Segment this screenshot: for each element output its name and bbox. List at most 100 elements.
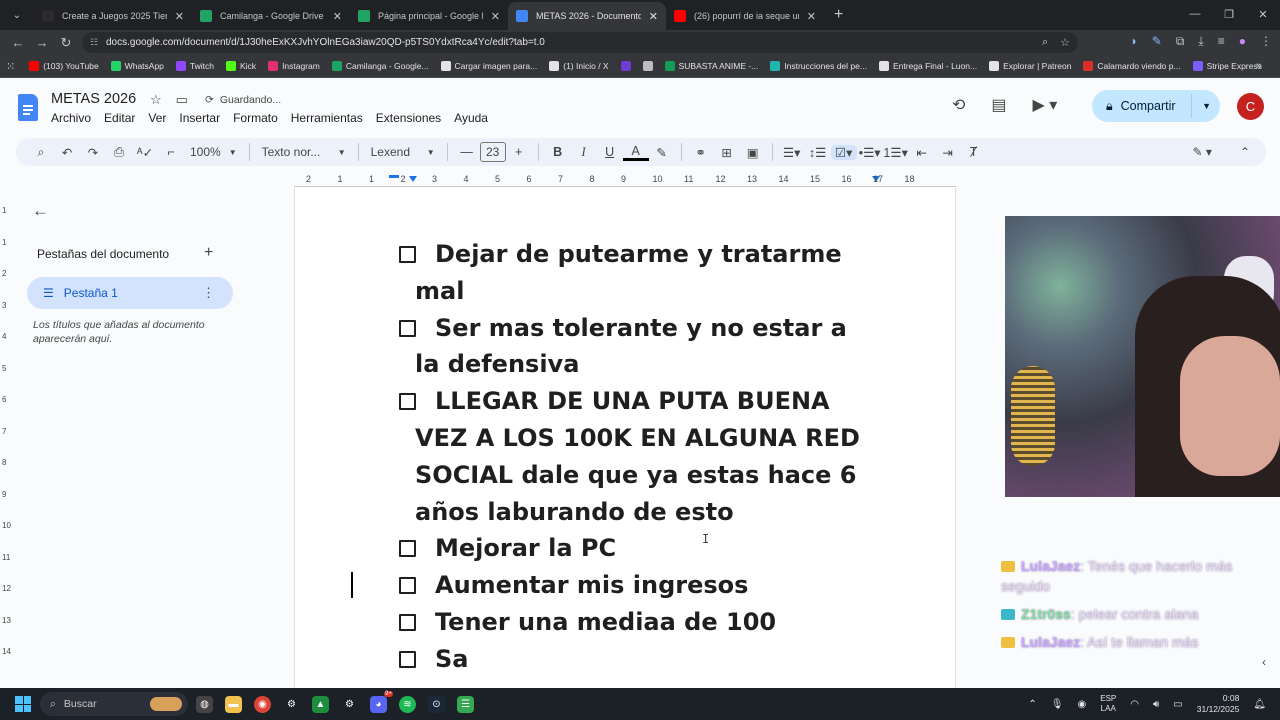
checklist-item-text[interactable]: Mejorar la PC xyxy=(415,534,616,562)
align-icon[interactable]: ☰▾ xyxy=(779,145,805,160)
bookmark-item[interactable]: (1) Inicio / X xyxy=(549,61,609,71)
bookmark-item[interactable] xyxy=(642,61,653,71)
browser-tab[interactable]: Camilanga - Google Drive ✕ xyxy=(192,2,350,30)
decrease-indent-icon[interactable]: ⇤ xyxy=(909,145,935,160)
menu-item[interactable]: Editar xyxy=(104,111,135,125)
zoom-select[interactable]: 100% ▼ xyxy=(184,145,243,159)
move-folder-icon[interactable]: ▭ xyxy=(176,92,188,108)
browser-tab[interactable]: Create a Juegos 2025 Tier List - ✕ xyxy=(34,2,192,30)
notifications-icon[interactable]: 🔔︎ xyxy=(1253,699,1266,710)
font-size-input[interactable]: 23 xyxy=(479,142,506,162)
highlight-icon[interactable]: ✎ xyxy=(649,145,675,160)
wifi-icon[interactable]: ◠ xyxy=(1130,699,1139,710)
menu-item[interactable]: Ver xyxy=(148,111,166,125)
numbered-list-icon[interactable]: 1☰▾ xyxy=(883,145,909,160)
bookmark-item[interactable]: Cargar imagen para... xyxy=(440,61,537,71)
extension-icon[interactable]: ◗ xyxy=(1131,34,1138,49)
increase-indent-icon[interactable]: ⇥ xyxy=(935,145,961,160)
steam-icon[interactable]: ⊙ xyxy=(428,695,445,713)
browser-tab[interactable]: Página principal - Google Drive ✕ xyxy=(350,2,508,30)
checklist-item-text[interactable]: Sa xyxy=(415,645,468,673)
print-icon[interactable]: ⎙ xyxy=(106,145,132,160)
avatar[interactable]: C xyxy=(1237,93,1264,120)
restore-icon[interactable]: ❐ xyxy=(1212,0,1246,28)
docs-logo-icon[interactable] xyxy=(18,94,38,121)
tab-close-icon[interactable]: ✕ xyxy=(649,10,658,23)
spotify-icon[interactable]: ≋ xyxy=(399,695,416,713)
bookmark-item[interactable]: Instrucciones del pe... xyxy=(770,61,867,71)
apps-grid-icon[interactable]: ⁙ xyxy=(6,60,15,73)
app-icon[interactable]: ◍ xyxy=(196,695,213,713)
browser-tab[interactable]: METAS 2026 - Documentos de ✕ xyxy=(508,2,666,30)
style-select[interactable]: Texto nor... ▼ xyxy=(256,145,352,159)
sidebar-tab-item[interactable]: ☰ Pestaña 1 ⋮ xyxy=(27,277,233,309)
back-icon[interactable]: ← xyxy=(6,35,30,50)
meet-icon[interactable]: ▶ ▾ xyxy=(1033,95,1058,115)
tab-close-icon[interactable]: ✕ xyxy=(807,10,816,23)
close-window-icon[interactable]: ✕ xyxy=(1246,0,1280,28)
profile-icon[interactable]: ● xyxy=(1239,34,1246,49)
tab-options-icon[interactable]: ⋮ xyxy=(202,285,215,301)
settings-icon[interactable]: ⚙ xyxy=(283,696,300,713)
document-page[interactable]: Dejar de putearme y tratarme mal Ser mas … xyxy=(294,188,956,688)
font-select[interactable]: Lexend ▼ xyxy=(365,145,441,159)
add-tab-icon[interactable]: + xyxy=(204,244,213,262)
spellcheck-icon[interactable]: ᴬ✓ xyxy=(132,145,158,160)
bookmark-item[interactable]: Explorar | Patreon xyxy=(989,61,1071,71)
bookmark-item[interactable]: Instagram xyxy=(268,61,320,71)
bookmark-star-icon[interactable]: ☆ xyxy=(1060,36,1070,49)
decrease-font-size-icon[interactable]: — xyxy=(454,145,480,159)
version-history-icon[interactable]: ⟲ xyxy=(952,95,965,115)
menu-item[interactable]: Formato xyxy=(233,111,278,125)
notes-app-icon[interactable]: ☰ xyxy=(457,695,474,713)
file-explorer-icon[interactable]: ▬ xyxy=(225,695,242,713)
microphone-icon[interactable]: 🎙︎ xyxy=(1051,699,1064,710)
reload-icon[interactable]: ↻ xyxy=(54,35,78,51)
menu-item[interactable]: Archivo xyxy=(51,111,91,125)
tray-overflow-icon[interactable]: ⌃ xyxy=(1028,699,1036,710)
horizontal-ruler[interactable]: 2 1 1 2 3 4 5 6 7 8 9 10 11 12 13 14 15 16 17 18 xyxy=(294,172,956,188)
minimize-icon[interactable]: — xyxy=(1178,0,1212,28)
checkbox-icon[interactable] xyxy=(399,650,416,668)
checkbox-icon[interactable] xyxy=(399,246,416,263)
bookmark-item[interactable]: Stripe Express xyxy=(1192,61,1262,71)
side-panel-toggle-icon[interactable]: ‹ xyxy=(1262,655,1280,677)
media-icon[interactable]: ≡ xyxy=(1218,34,1225,49)
clock[interactable]: 0:08 31/12/2025 xyxy=(1197,693,1240,715)
start-button[interactable] xyxy=(6,696,40,712)
tab-close-icon[interactable]: ✕ xyxy=(175,10,184,23)
tab-search-chevron-icon[interactable]: ⌄ xyxy=(4,2,30,28)
language-indicator[interactable]: ESP LAA xyxy=(1100,694,1116,714)
menu-item[interactable]: Insertar xyxy=(179,111,220,125)
forward-icon[interactable]: → xyxy=(30,35,54,50)
checklist-item-text[interactable]: LLEGAR DE UNA PUTA BUENA VEZ A LOS 100K … xyxy=(415,387,860,525)
star-icon[interactable]: ☆ xyxy=(150,92,162,108)
increase-font-size-icon[interactable]: + xyxy=(506,145,532,159)
url-field[interactable]: ☷ docs.google.com/document/d/1J30heExKXJ… xyxy=(82,32,1078,53)
undo-icon[interactable]: ↶ xyxy=(54,145,80,160)
checkbox-icon[interactable] xyxy=(399,540,416,558)
checklist-item-text[interactable]: Tener una mediaa de 100 xyxy=(415,608,776,636)
bookmarks-overflow-icon[interactable]: » xyxy=(1256,60,1262,72)
insert-link-icon[interactable]: ⚭ xyxy=(688,145,714,160)
line-spacing-icon[interactable]: ↕☰ xyxy=(805,145,831,160)
tab-close-icon[interactable]: ✕ xyxy=(333,10,342,23)
settings-gear-icon[interactable]: ⚙ xyxy=(341,696,358,713)
paint-format-icon[interactable]: ⌐ xyxy=(158,145,184,159)
browser-tab[interactable]: (26) popurrí de ia seque un rio ✕ xyxy=(666,2,824,30)
bookmark-item[interactable]: SUBASTA ANIME -... xyxy=(664,61,758,71)
checkbox-icon[interactable] xyxy=(399,393,416,411)
tab-close-icon[interactable]: ✕ xyxy=(491,10,500,23)
clear-formatting-icon[interactable]: Ⱦ xyxy=(961,145,987,159)
extension-icon[interactable]: ✎ xyxy=(1152,34,1162,49)
bookmark-item[interactable]: (103) YouTube xyxy=(29,61,99,71)
bookmark-item[interactable]: WhatsApp xyxy=(110,61,164,71)
bold-icon[interactable]: B xyxy=(545,145,571,159)
zoom-icon[interactable]: ⌕ xyxy=(1042,36,1048,49)
comments-icon[interactable]: ▤ xyxy=(991,95,1006,115)
close-outline-arrow-icon[interactable]: ← xyxy=(32,201,49,221)
editing-mode-icon[interactable]: ✎ ▾ xyxy=(1193,145,1212,159)
text-color-icon[interactable]: A xyxy=(622,144,649,161)
checklist-item-text[interactable]: Aumentar mis ingresos xyxy=(415,571,748,599)
menu-item[interactable]: Ayuda xyxy=(454,111,488,125)
